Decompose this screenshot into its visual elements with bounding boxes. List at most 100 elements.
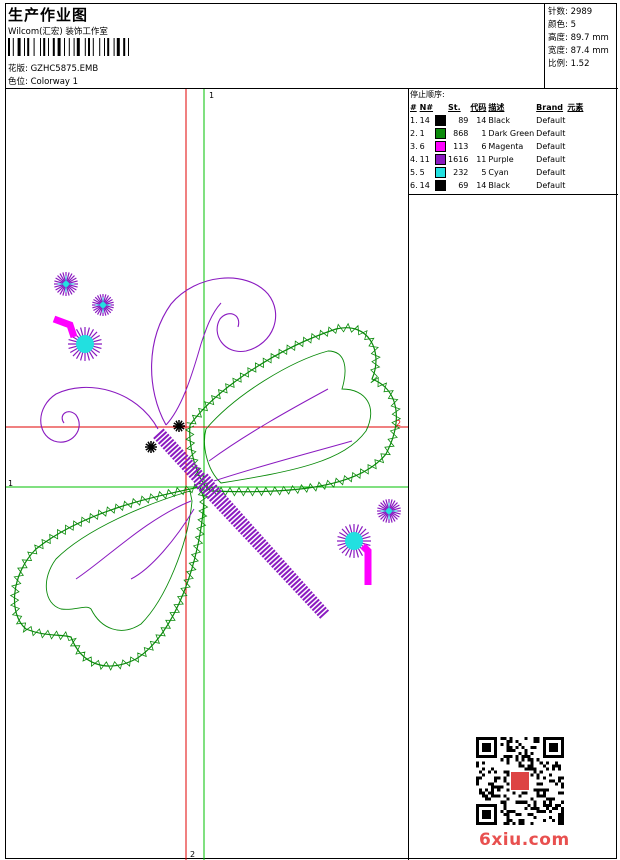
upper-right-wing [184, 322, 402, 497]
row-element [566, 153, 584, 166]
row-needle: 11 [419, 155, 430, 164]
row-description: Dark Green [488, 129, 535, 138]
table-row: 1. 14 89 14 Black Default [409, 114, 584, 127]
stats-panel: 针数: 2989 颜色: 5 高度: 89.7 mm 宽度: 87.4 mm 比… [545, 4, 618, 89]
row-needle: 14 [419, 181, 430, 190]
production-worksheet: 生产作业图 Wilcom(汇宏) 装饰工作室 花版: GZHC5875.EMB … [5, 3, 618, 860]
stop-sequence-panel: 停止顺序: # N# St. 代码 描述 Brand 元素 1. 14 89 14 Bl… [409, 89, 618, 195]
color-count: 颜色: 5 [548, 20, 576, 30]
row-stitches: 868 [453, 129, 469, 138]
row-element [566, 140, 584, 153]
row-stitches: 113 [453, 142, 469, 151]
row-stitches: 69 [458, 181, 469, 190]
dragonfly-body [153, 428, 330, 619]
row-swatch [434, 153, 447, 166]
red-v-axis-label: 2 [190, 850, 195, 859]
barcode [8, 38, 129, 56]
row-brand: Default [536, 142, 566, 151]
color-swatch [435, 180, 447, 191]
row-index: 5. [410, 168, 418, 177]
red-h-axis-label: 2 [396, 419, 401, 428]
color-swatch [435, 128, 447, 139]
row-element [566, 166, 584, 179]
col-stitches: St. [448, 103, 461, 112]
row-swatch [434, 114, 447, 127]
design-height: 高度: 89.7 mm [548, 33, 609, 43]
green-h-axis-label: 1 [8, 479, 13, 488]
table-header-row: # N# St. 代码 描述 Brand 元素 [409, 101, 584, 114]
row-swatch [434, 140, 447, 153]
row-element [566, 179, 584, 192]
dragonfly-artwork: 1 1 2 2 [6, 89, 408, 860]
col-index: # [410, 103, 417, 112]
row-description: Purple [488, 155, 514, 164]
upper-left-wing-inner [165, 302, 222, 426]
qr-code [476, 737, 564, 825]
row-index: 4. [410, 155, 418, 164]
row-index: 3. [410, 142, 418, 151]
row-description: Cyan [488, 168, 509, 177]
row-swatch [434, 166, 447, 179]
row-code: 1 [481, 129, 487, 138]
row-needle: 5 [419, 168, 425, 177]
color-sequence-table: # N# St. 代码 描述 Brand 元素 1. 14 89 14 Black Def… [409, 101, 584, 192]
color-swatch [435, 167, 447, 178]
color-swatch [435, 141, 447, 152]
stem-right [360, 543, 372, 585]
row-code: 11 [476, 155, 487, 164]
table-row: 2. 1 868 1 Dark Green Default [409, 127, 584, 140]
row-description: Magenta [488, 142, 524, 151]
row-description: Black [488, 116, 511, 125]
row-stitches: 1616 [448, 155, 469, 164]
row-index: 6. [410, 181, 418, 190]
col-code: 代码 [470, 103, 487, 112]
table-row: 6. 14 69 14 Black Default [409, 179, 584, 192]
row-swatch [434, 127, 447, 140]
studio-name: Wilcom(汇宏) 装饰工作室 [8, 27, 108, 37]
lower-left-wing [9, 483, 209, 671]
row-stitches: 89 [458, 116, 469, 125]
header-panel: 生产作业图 Wilcom(汇宏) 装饰工作室 花版: GZHC5875.EMB … [6, 4, 545, 89]
row-element [566, 114, 584, 127]
colorway-label: 色位: Colorway 1 [8, 77, 79, 87]
row-description: Black [488, 181, 511, 190]
row-brand: Default [536, 168, 566, 177]
green-v-axis-label: 1 [209, 91, 214, 100]
row-brand: Default [536, 155, 566, 164]
wing-satin-edge [9, 483, 209, 671]
watermark-brand: 6xiu.com [479, 830, 570, 850]
row-code: 14 [476, 181, 487, 190]
row-needle: 1 [419, 129, 425, 138]
stitch-count: 针数: 2989 [548, 7, 593, 17]
color-swatch [435, 154, 447, 165]
row-index: 1. [410, 116, 418, 125]
stop-sequence-title: 停止顺序: [410, 90, 445, 99]
row-code: 6 [481, 142, 487, 151]
design-width: 宽度: 87.4 mm [548, 46, 609, 56]
design-canvas: 1 1 2 2 [6, 89, 409, 860]
design-scale: 比例: 1.52 [548, 59, 590, 69]
col-needle: N# [419, 103, 434, 112]
wing-satin-edge [184, 322, 402, 497]
table-row: 5. 5 232 5 Cyan Default [409, 166, 584, 179]
row-code: 5 [481, 168, 487, 177]
row-code: 14 [476, 116, 487, 125]
row-brand: Default [536, 181, 566, 190]
row-element [566, 127, 584, 140]
col-swatch [434, 101, 447, 114]
row-brand: Default [536, 116, 566, 125]
design-file-label: 花版: GZHC5875.EMB [8, 64, 99, 74]
table-row: 3. 6 113 6 Magenta Default [409, 140, 584, 153]
col-brand: Brand [536, 103, 564, 112]
row-stitches: 232 [453, 168, 469, 177]
color-swatch [435, 115, 447, 126]
left-curl [40, 386, 159, 443]
col-element: 元素 [567, 103, 584, 112]
row-swatch [434, 179, 447, 192]
worksheet-title: 生产作业图 [8, 6, 89, 24]
row-needle: 6 [419, 142, 425, 151]
col-description: 描述 [488, 103, 505, 112]
table-row: 4. 11 1616 11 Purple Default [409, 153, 584, 166]
row-index: 2. [410, 129, 418, 138]
row-needle: 14 [419, 116, 430, 125]
